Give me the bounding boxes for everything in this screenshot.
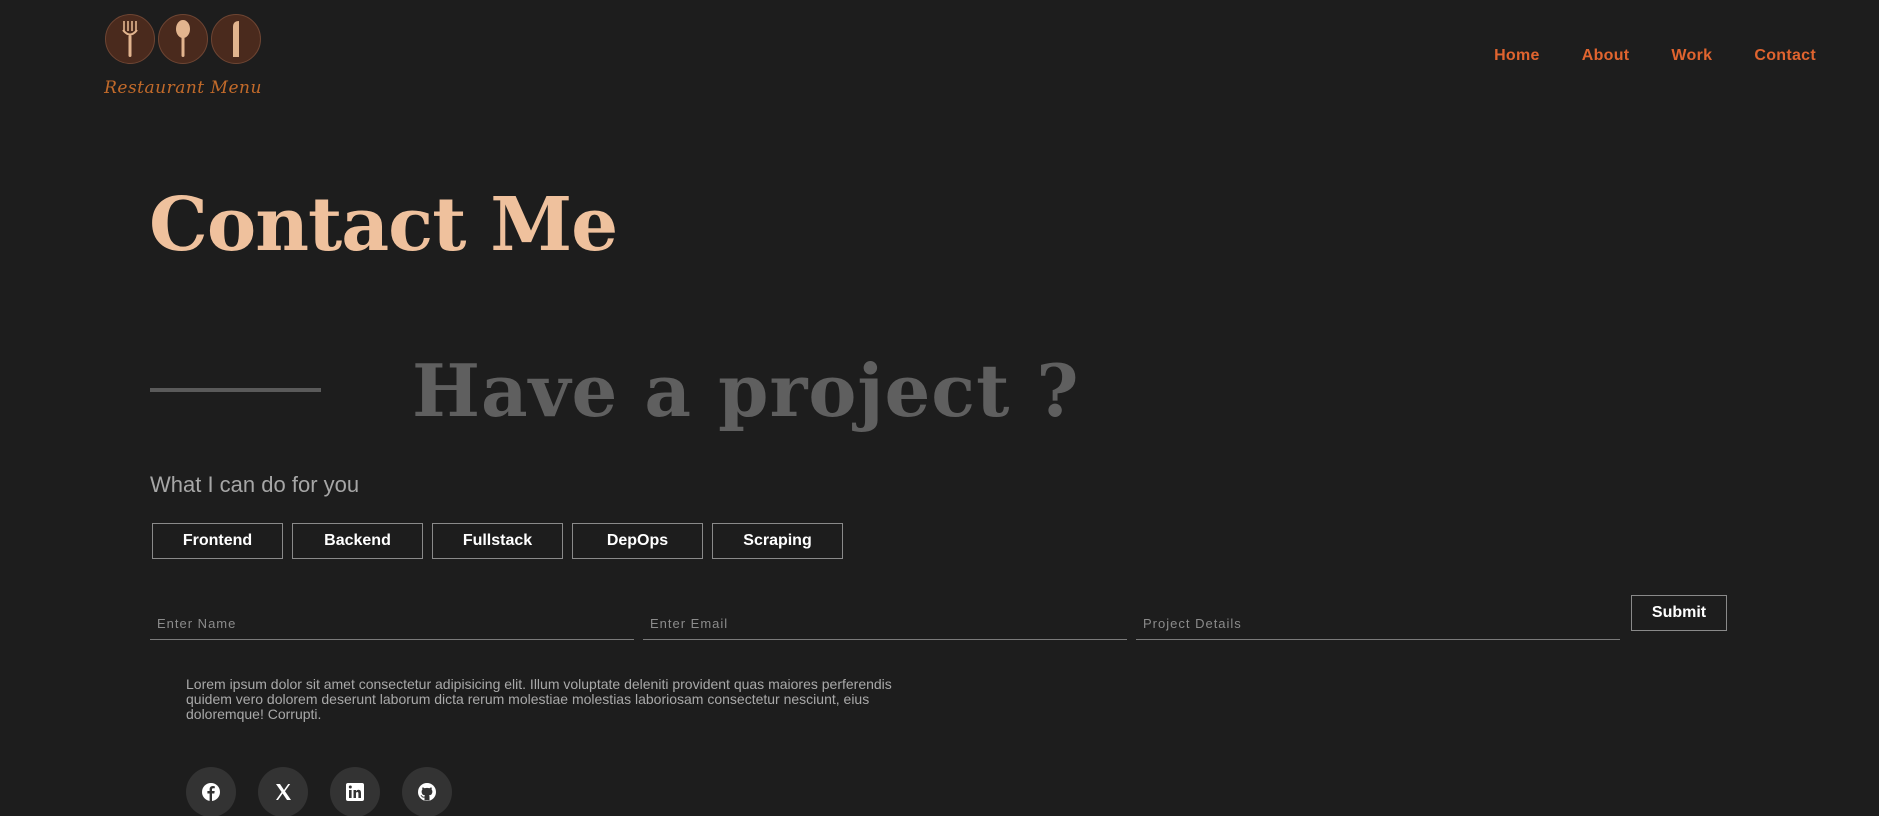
project-details-input[interactable] <box>1136 608 1620 640</box>
description-paragraph: Lorem ipsum dolor sit amet consectetur a… <box>186 676 892 722</box>
linkedin-icon[interactable] <box>330 767 380 816</box>
submit-button[interactable]: Submit <box>1631 595 1727 631</box>
services-list: Frontend Backend Fullstack DepOps Scrapi… <box>152 523 843 559</box>
service-scraping-button[interactable]: Scraping <box>712 523 843 559</box>
x-icon[interactable] <box>258 767 308 816</box>
spoon-icon <box>158 14 208 64</box>
nav-contact[interactable]: Contact <box>1754 47 1816 65</box>
subtitle: Have a project ? <box>412 348 1080 433</box>
name-input[interactable] <box>150 608 634 640</box>
logo[interactable]: Restaurant Menu <box>97 14 269 102</box>
service-frontend-button[interactable]: Frontend <box>152 523 283 559</box>
nav-about[interactable]: About <box>1582 47 1630 65</box>
divider-line <box>150 388 321 392</box>
main-nav: Home About Work Contact <box>1494 47 1816 65</box>
service-devops-button[interactable]: DepOps <box>572 523 703 559</box>
logo-text: Restaurant Menu <box>104 78 262 98</box>
social-links <box>186 767 452 816</box>
fork-icon <box>105 14 155 64</box>
email-input[interactable] <box>643 608 1127 640</box>
facebook-icon[interactable] <box>186 767 236 816</box>
page-title: Contact Me <box>149 182 618 268</box>
service-backend-button[interactable]: Backend <box>292 523 423 559</box>
logo-icons <box>105 14 261 64</box>
knife-icon <box>211 14 261 64</box>
nav-home[interactable]: Home <box>1494 47 1540 65</box>
nav-work[interactable]: Work <box>1671 47 1712 65</box>
service-fullstack-button[interactable]: Fullstack <box>432 523 563 559</box>
github-icon[interactable] <box>402 767 452 816</box>
services-label: What I can do for you <box>150 472 360 497</box>
